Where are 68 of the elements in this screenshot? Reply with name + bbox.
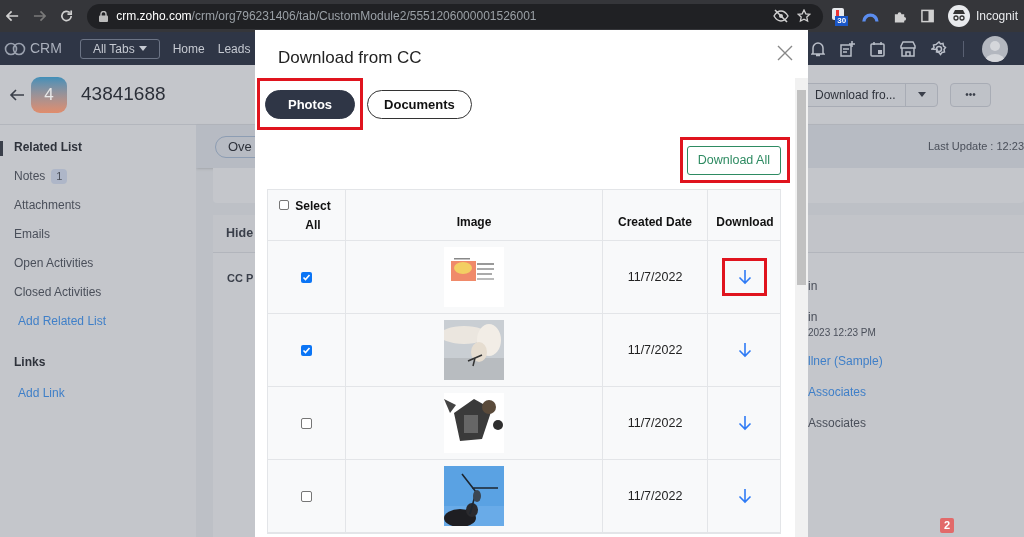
crm-logo-icon: [4, 41, 26, 56]
all-tabs-button[interactable]: All Tabs: [79, 38, 160, 59]
record-avatar: 4: [31, 76, 67, 113]
tab[interactable]: Documents: [367, 90, 472, 119]
dialog-title: Download from CC: [278, 47, 422, 69]
checkbox[interactable]: [301, 344, 312, 356]
add-note-icon[interactable]: [840, 40, 855, 57]
download-all-button[interactable]: Download All: [686, 146, 781, 175]
app-name: CRM: [30, 39, 62, 58]
user-avatar[interactable]: [982, 35, 1008, 62]
checkbox[interactable]: [301, 417, 312, 429]
settings-icon[interactable]: [931, 40, 947, 57]
last-update-text: Last Update : 12:23: [928, 139, 1024, 155]
related-list-item[interactable]: Closed Activities: [14, 283, 102, 301]
incognito-icon[interactable]: [947, 5, 970, 27]
field-value: Associates: [808, 415, 868, 432]
count-badge: 1: [51, 168, 68, 184]
nav-tab[interactable]: Leads: [217, 39, 251, 58]
date-cell-text: 11/7/2022: [627, 341, 683, 359]
date-cell-text: 11/7/2022: [627, 268, 683, 286]
extension-badge: 30: [835, 16, 849, 26]
related-list-item[interactable]: Attachments: [14, 196, 81, 214]
star-icon[interactable]: [797, 9, 812, 23]
reload-icon[interactable]: [60, 9, 74, 23]
section-title: Hide: [226, 225, 254, 243]
checkbox[interactable]: [279, 200, 289, 210]
related-list-item[interactable]: Emails: [14, 225, 50, 243]
field-label: CC P: [227, 272, 254, 284]
column-header: Download: [716, 214, 774, 231]
download-icon[interactable]: [738, 342, 752, 358]
field-value: in: [808, 309, 819, 326]
related-list-item[interactable]: Notes: [14, 167, 46, 185]
back-arrow-icon[interactable]: [9, 87, 25, 102]
checkbox[interactable]: [301, 490, 312, 502]
side-panel-icon[interactable]: [920, 9, 934, 23]
checkbox[interactable]: [301, 271, 312, 283]
url-text: crm.zoho.com/crm/org796231406/tab/CustomModule2/5551206000001526001: [116, 8, 538, 25]
address-bar[interactable]: crm.zoho.com/crm/org796231406/tab/CustomModule2/5551206000001526001: [87, 3, 824, 29]
tab[interactable]: Photos: [265, 90, 356, 119]
download-icon[interactable]: [738, 488, 752, 504]
field-value: 2023 12:23 PM: [808, 326, 877, 339]
forward-icon[interactable]: [33, 9, 47, 23]
record-title: 43841688: [81, 82, 166, 107]
notification-badge: 2: [940, 518, 955, 533]
nav-tab[interactable]: Home: [172, 39, 205, 58]
date-cell-text: 11/7/2022: [627, 414, 683, 432]
profile-label[interactable]: Incognit: [975, 7, 1018, 25]
column-header: Image: [456, 214, 492, 231]
lock-icon: [99, 10, 109, 22]
close-icon[interactable]: [777, 45, 793, 61]
calendar-icon[interactable]: [870, 40, 885, 57]
bell-icon[interactable]: [811, 40, 825, 57]
column-header: Created Date: [618, 214, 692, 231]
section-heading: Related List: [14, 139, 83, 155]
caret-icon: [138, 46, 147, 51]
field-value: in: [808, 278, 819, 295]
caret-icon: [917, 92, 926, 97]
download-icon[interactable]: [738, 415, 752, 431]
section-heading: Links: [14, 354, 47, 370]
eye-slash-icon[interactable]: [773, 9, 790, 23]
store-icon[interactable]: [900, 40, 916, 57]
back-icon[interactable]: [6, 9, 20, 23]
column-header: Select All: [294, 198, 332, 234]
related-list-item[interactable]: Open Activities: [14, 254, 94, 272]
scrollbar[interactable]: [795, 78, 808, 537]
download-icon[interactable]: [738, 269, 752, 285]
more-button[interactable]: •••: [950, 82, 991, 107]
date-cell-text: 11/7/2022: [627, 487, 683, 505]
